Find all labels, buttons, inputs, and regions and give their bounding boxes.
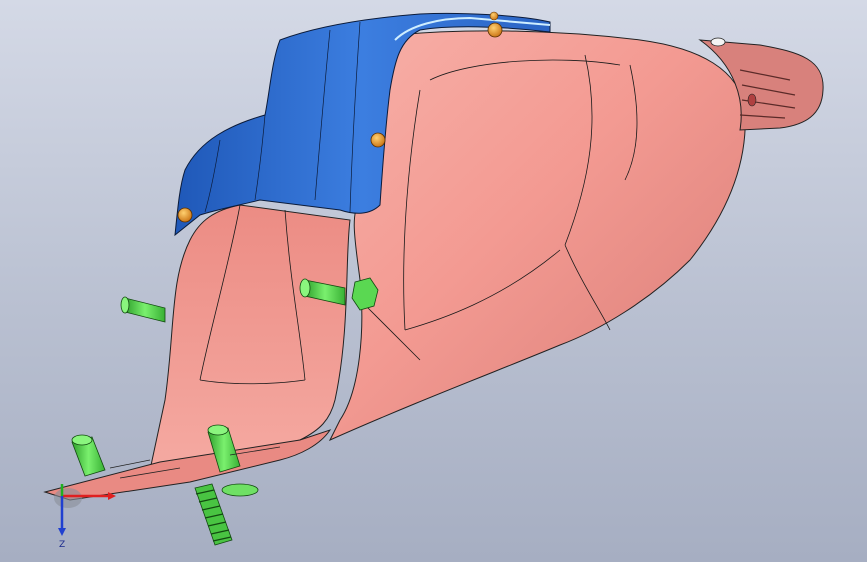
bolt-head-top-small[interactable] [489,11,499,21]
green-pin-left[interactable] [120,296,166,323]
bolt-head-middle[interactable] [370,132,386,148]
z-axis-arrowhead [58,528,66,536]
washer[interactable] [221,483,259,497]
triad-shadow [54,488,82,508]
coordinate-triad: Z [54,484,116,550]
x-axis-arrowhead [108,492,116,500]
bolt-head-left[interactable] [177,207,193,223]
3d-model-view[interactable] [0,0,867,562]
flange-hole-small[interactable] [747,93,757,107]
z-axis-label: Z [59,540,65,550]
housing-outer-body[interactable] [328,30,746,442]
flange-hole[interactable] [710,37,726,47]
cad-viewport[interactable]: Z [0,0,867,562]
bolt-head-top[interactable] [487,22,503,38]
